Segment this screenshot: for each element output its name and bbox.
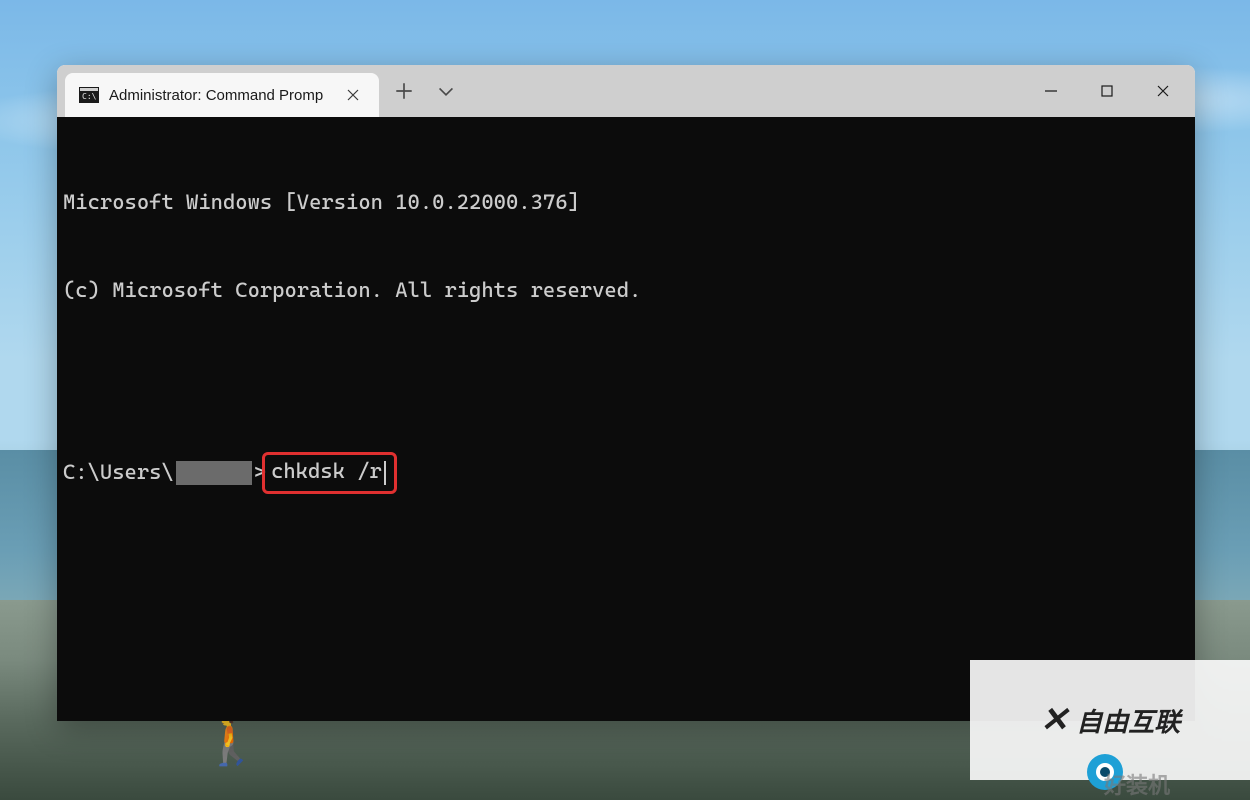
typed-command: chkdsk /r (271, 459, 382, 483)
desktop-background-figure: 🚶 (200, 710, 280, 800)
tab-title: Administrator: Command Promp (109, 87, 323, 104)
prompt-prefix: C:\Users\ (63, 458, 174, 487)
terminal-line-copyright: (c) Microsoft Corporation. All rights re… (63, 276, 1189, 305)
minimize-button[interactable] (1023, 65, 1079, 117)
window-controls (1023, 65, 1191, 117)
terminal-blank-line (63, 364, 1189, 393)
tab-actions (379, 65, 455, 117)
watermark-secondary: 好装机 (1104, 768, 1170, 800)
close-button[interactable] (1135, 65, 1191, 117)
terminal-prompt-line: C:\Users\>chkdsk /r (63, 452, 1189, 493)
maximize-button[interactable] (1079, 65, 1135, 117)
terminal-line-version: Microsoft Windows [Version 10.0.22000.37… (63, 188, 1189, 217)
tabs-area: C:\ Administrator: Command Promp (57, 65, 455, 117)
cmd-icon: C:\ (79, 87, 99, 103)
close-tab-icon (347, 89, 359, 101)
chevron-down-icon (437, 82, 455, 100)
minimize-icon (1044, 84, 1058, 98)
plus-icon (395, 82, 413, 100)
new-tab-button[interactable] (395, 82, 413, 100)
window-titlebar[interactable]: C:\ Administrator: Command Promp (57, 65, 1195, 117)
redacted-username (176, 461, 252, 485)
svg-text:C:\: C:\ (82, 92, 97, 101)
maximize-icon (1100, 84, 1114, 98)
watermark-logo-icon: ✕ (1040, 700, 1069, 740)
watermark-text: 自由互联 (1076, 702, 1180, 739)
command-highlight: chkdsk /r (262, 452, 397, 493)
tab-close-button[interactable] (339, 81, 367, 109)
tab-dropdown-button[interactable] (437, 82, 455, 100)
terminal-window: C:\ Administrator: Command Promp (57, 65, 1195, 721)
terminal-output[interactable]: Microsoft Windows [Version 10.0.22000.37… (57, 117, 1195, 721)
close-icon (1156, 84, 1170, 98)
tab-command-prompt[interactable]: C:\ Administrator: Command Promp (65, 73, 379, 117)
text-cursor (384, 461, 386, 485)
